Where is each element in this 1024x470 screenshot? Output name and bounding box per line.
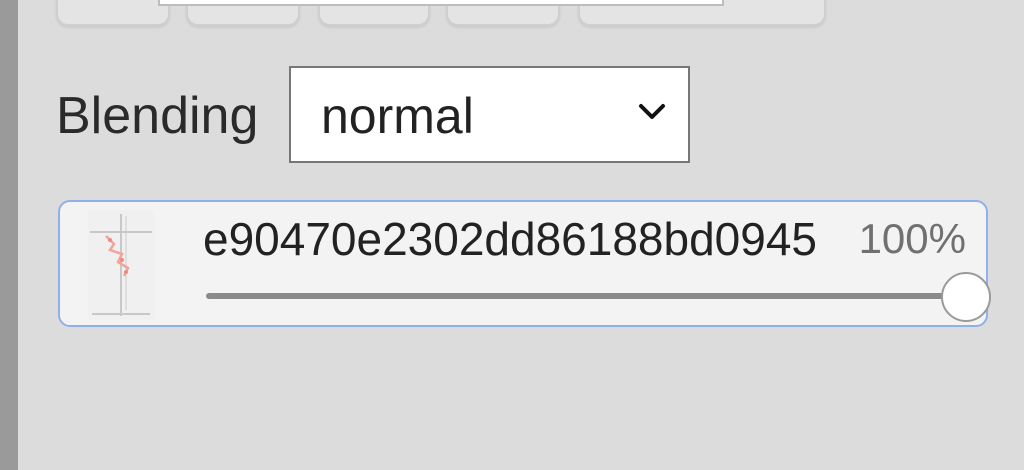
blending-selected-value: normal — [321, 88, 474, 144]
panel-left-edge — [0, 0, 18, 470]
layer-item[interactable]: e90470e2302dd86188bd0945 100% — [58, 200, 991, 327]
layer-thumbnail — [88, 210, 154, 320]
opacity-slider-thumb[interactable] — [941, 272, 991, 322]
toolbar-button-1[interactable] — [56, 0, 170, 26]
chevron-down-icon — [639, 104, 665, 119]
blending-select[interactable]: normal — [289, 66, 690, 163]
layer-opacity-text: 100% — [858, 215, 966, 262]
layer-name: e90470e2302dd86188bd0945 — [203, 214, 817, 264]
top-input-field[interactable] — [158, 0, 724, 6]
opacity-slider-track[interactable] — [206, 293, 966, 299]
opacity-slider[interactable] — [206, 272, 991, 322]
blending-label: Blending — [56, 87, 259, 145]
